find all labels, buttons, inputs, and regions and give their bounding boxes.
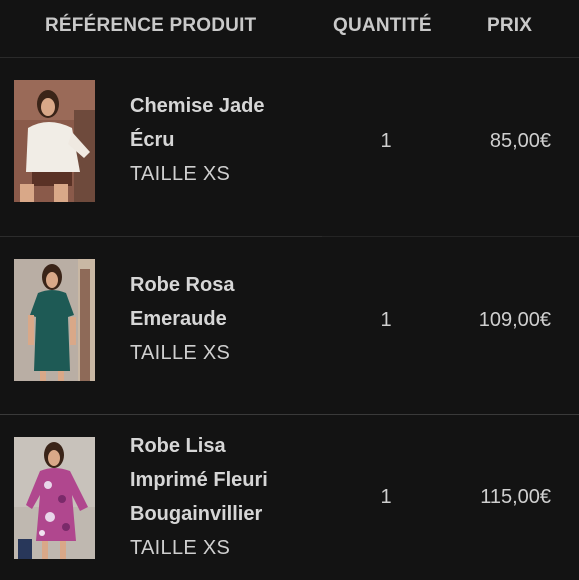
product-size-3: TAILLE XS [130, 537, 231, 559]
product-image-robe-lisa[interactable] [14, 437, 95, 559]
model-green-dress-photo [14, 259, 95, 381]
row-divider [322, 236, 579, 237]
product-size-2: TAILLE XS [130, 342, 231, 364]
product-name-3[interactable]: Robe Lisa Imprimé Fleuri Bougainvillier [130, 429, 300, 531]
row-divider [0, 414, 579, 415]
product-quantity-2: 1 [380, 309, 392, 331]
product-price-2: 109,00€ [478, 309, 551, 331]
product-size-1: TAILLE XS [130, 163, 231, 185]
model-white-blouse-photo [14, 80, 95, 202]
column-header-reference: RÉFÉRENCE PRODUIT [45, 15, 257, 36]
cart-table-header: RÉFÉRENCE PRODUIT QUANTITÉ PRIX [0, 0, 579, 58]
product-name-1[interactable]: Chemise Jade Écru [130, 89, 300, 157]
product-price-1: 85,00€ [489, 130, 551, 152]
product-quantity-3: 1 [380, 486, 392, 508]
product-image-chemise-jade[interactable] [14, 80, 95, 202]
product-price-3: 115,00€ [480, 486, 551, 508]
model-floral-dress-photo [14, 437, 95, 559]
column-header-price: PRIX [487, 15, 533, 36]
product-quantity-1: 1 [380, 130, 392, 152]
product-name-2[interactable]: Robe Rosa Emeraude [130, 268, 300, 336]
column-header-quantity: QUANTITÉ [333, 15, 432, 36]
product-image-robe-rosa[interactable] [14, 259, 95, 381]
row-divider [0, 236, 322, 237]
